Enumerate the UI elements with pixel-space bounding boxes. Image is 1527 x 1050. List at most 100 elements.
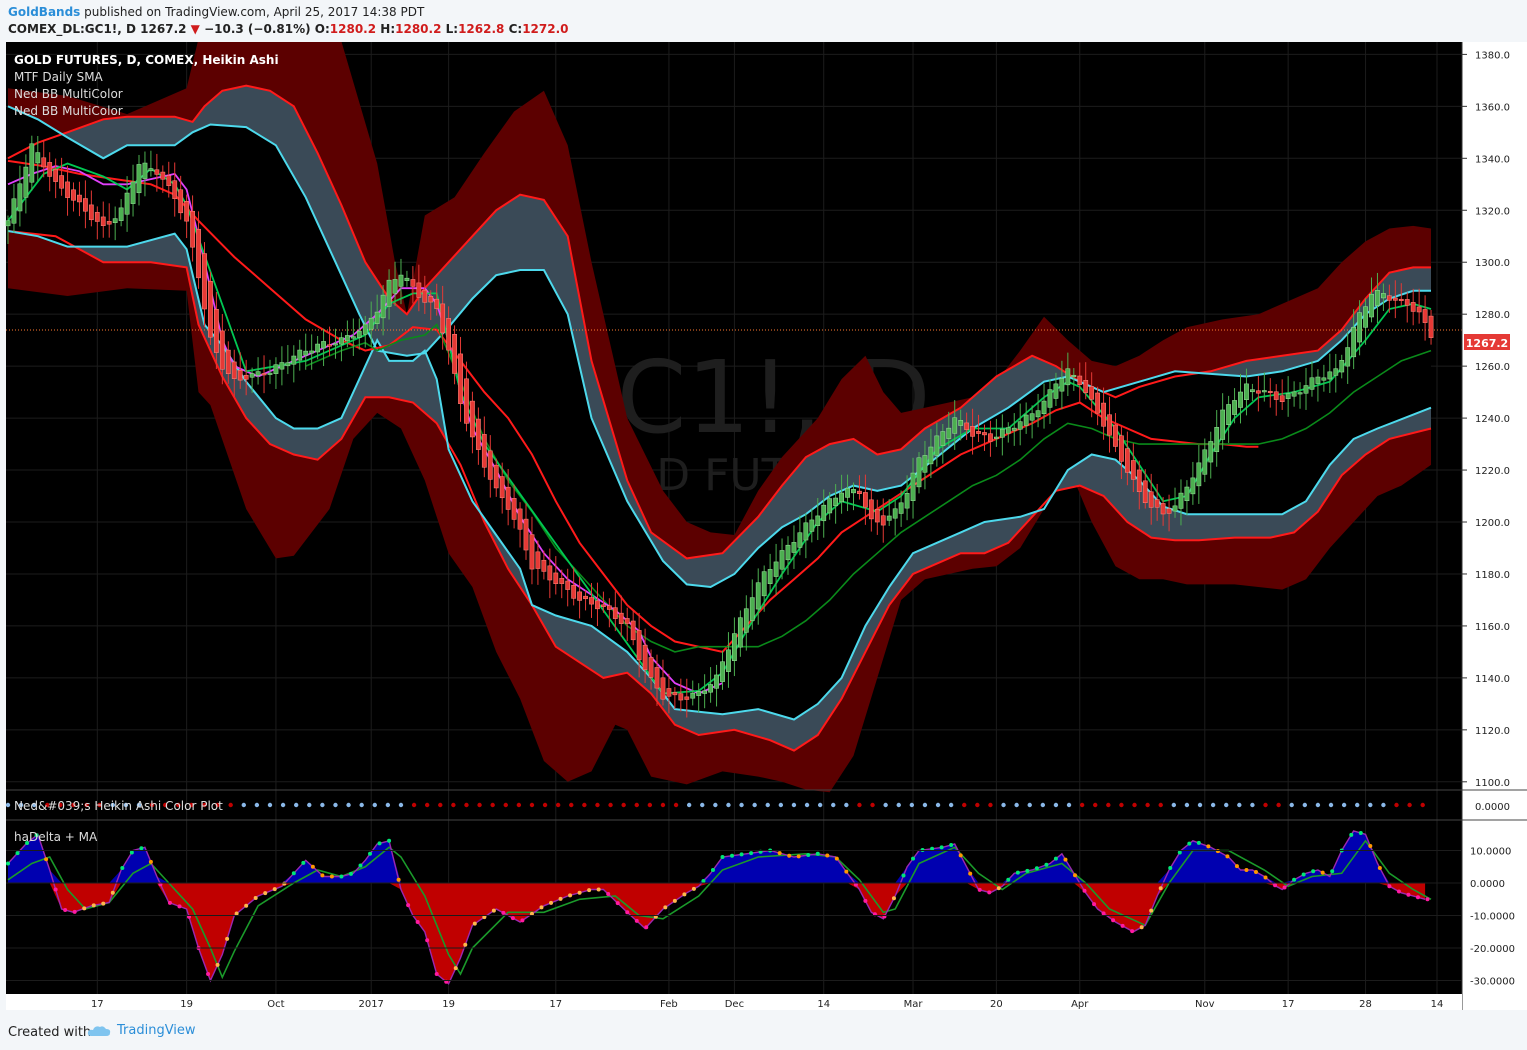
candle-body (1303, 385, 1309, 394)
candle-body (178, 189, 184, 214)
candle-body (577, 591, 582, 601)
hadelta-dot (634, 918, 639, 923)
color-plot-dot (582, 802, 587, 808)
hadelta-dot (244, 903, 249, 908)
color-plot-dot (700, 802, 705, 808)
author-link[interactable]: GoldBands (8, 5, 80, 19)
color-plot-dot (948, 802, 954, 808)
candle-body (743, 608, 749, 633)
color-plot-dot (346, 802, 351, 808)
hadelta-dot (520, 918, 525, 923)
time-tick-label: 28 (1359, 999, 1372, 1010)
candle-body (559, 578, 565, 584)
color-plot-dot (1420, 802, 1425, 808)
color-plot-dot (1210, 802, 1216, 808)
price-tick-label: 1120.0 (1475, 726, 1510, 737)
candle-body (225, 349, 231, 374)
candle-body (636, 630, 642, 661)
candle-body (1416, 306, 1422, 313)
candle-body (1345, 347, 1351, 367)
candle-body (1065, 368, 1071, 386)
candle-body (273, 364, 279, 374)
color-plot-dot (988, 802, 993, 808)
candle-body (1279, 395, 1285, 402)
color-plot-dot (857, 802, 862, 808)
candle-body (1035, 410, 1041, 418)
low-label: L: (445, 22, 459, 36)
candle-body (374, 311, 380, 324)
candle-body (309, 350, 315, 354)
candle-body (732, 633, 737, 661)
hadelta-dot (1244, 868, 1249, 872)
hadelta-dot (1215, 849, 1220, 854)
candle-body (35, 152, 41, 164)
candle-body (452, 334, 457, 374)
hadelta-dot (120, 866, 125, 871)
candle-body (100, 216, 106, 226)
color-plot-dot (1197, 802, 1203, 808)
time-tick-label: 14 (1431, 999, 1444, 1010)
price-tick-label: 1300.0 (1475, 258, 1510, 269)
candle-body (761, 571, 767, 597)
candle-body (946, 427, 952, 439)
hadelta-dot (291, 871, 296, 876)
color-plot-dot (1053, 802, 1059, 808)
hadelta-dot (996, 886, 1001, 891)
hadelta-dot (425, 938, 430, 943)
hadelta-dot (587, 888, 592, 893)
candle-body (136, 164, 142, 194)
time-tick-label: Nov (1195, 999, 1215, 1010)
candle-body (672, 692, 678, 696)
color-plot-dot (726, 802, 731, 808)
legend-item: Ned BB MultiColor (14, 104, 123, 118)
candle-body (434, 298, 440, 309)
color-plot-dot (1158, 802, 1163, 808)
candle-body (1053, 383, 1059, 399)
candle-body (356, 330, 362, 338)
candle-body (749, 597, 755, 621)
candle-body (1107, 414, 1112, 436)
hadelta-dot (1139, 925, 1144, 930)
color-plot-value: 0.0000 (1475, 802, 1510, 813)
candle-body (898, 502, 904, 514)
tradingview-link[interactable]: TradingView (87, 1023, 196, 1038)
candle-body (368, 317, 374, 330)
color-plot-dot (647, 802, 653, 808)
candle-body (1375, 290, 1380, 306)
color-plot-dot (831, 802, 836, 808)
color-plot-dot (621, 802, 626, 808)
hadelta-dot (796, 854, 801, 859)
candle-body (1297, 392, 1303, 395)
hadelta-dot (1168, 866, 1173, 871)
candle-body (1261, 390, 1267, 393)
hadelta-dot (1158, 886, 1163, 891)
candle-body (279, 362, 285, 370)
color-plot-dot (673, 802, 679, 808)
color-plot-dot (608, 802, 613, 808)
candle-body (470, 400, 475, 438)
candle-body (71, 189, 76, 201)
candle-body (190, 210, 195, 248)
color-plot-dot (1014, 802, 1019, 808)
hadelta-dot (806, 853, 811, 858)
chart-canvas[interactable]: GC1!, D GOLD FUTURES 1380.01360.01340.01… (0, 42, 1527, 1010)
price-tick-label: 1280.0 (1475, 310, 1510, 321)
candle-body (1119, 435, 1124, 462)
published-text: published on TradingView.com, April 25, … (84, 5, 425, 19)
candle-body (148, 168, 154, 172)
open-label: O: (314, 22, 330, 36)
candle-body (1071, 374, 1077, 378)
hadelta-dot (1130, 929, 1135, 934)
candle-body (1113, 424, 1118, 447)
price-tick-label: 1220.0 (1475, 466, 1510, 477)
candle-body (160, 171, 166, 180)
hadelta-dot (139, 846, 144, 851)
candle-body (118, 207, 124, 221)
candle-body (493, 464, 499, 489)
candle-body (166, 175, 172, 186)
hadelta-dot (415, 920, 420, 924)
candle-body (267, 372, 273, 375)
candle-body (999, 428, 1005, 438)
hadelta-dot (1415, 895, 1420, 900)
candle-body (440, 303, 446, 334)
